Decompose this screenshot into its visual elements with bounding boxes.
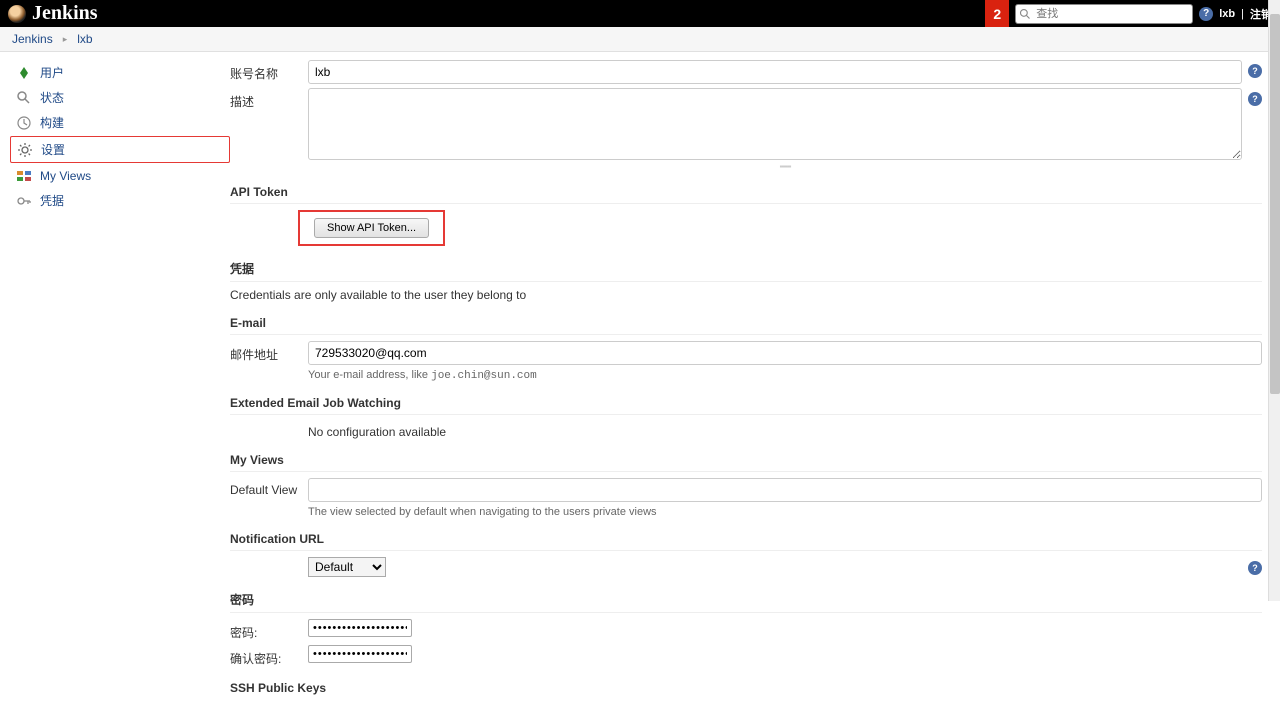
api-token-heading: API Token (230, 185, 1262, 204)
separator: | (1241, 8, 1244, 20)
search-box (1015, 4, 1193, 24)
sidebar-item-label: 状态 (40, 89, 64, 106)
scrollbar-thumb[interactable] (1270, 14, 1280, 394)
default-view-label: Default View (230, 478, 308, 497)
brand-title: Jenkins (32, 2, 98, 25)
ext-email-heading: Extended Email Job Watching (230, 396, 1262, 415)
user-link[interactable]: lxb (1219, 8, 1235, 20)
notification-badge[interactable]: 2 (985, 0, 1009, 27)
account-name-input[interactable] (308, 60, 1242, 84)
sidebar: 用户 状态 构建 设置 My Views 凭据 (0, 52, 230, 713)
sidebar-item-status[interactable]: 状态 (10, 85, 230, 110)
help-icon[interactable]: ? (1248, 92, 1262, 106)
main-content: 账号名称 ? 描述 ? ▪▪▪▪▪▪ API Token Show API To… (230, 52, 1280, 713)
gear-icon (17, 142, 33, 158)
help-icon[interactable]: ? (1248, 64, 1262, 78)
ext-email-text: No configuration available (308, 425, 1262, 439)
notification-url-heading: Notification URL (230, 532, 1262, 551)
sidebar-item-credentials[interactable]: 凭据 (10, 188, 230, 213)
sidebar-item-users[interactable]: 用户 (10, 60, 230, 85)
password-input[interactable] (308, 619, 412, 637)
resize-grip-icon[interactable]: ▪▪▪▪▪▪ (308, 162, 1262, 171)
empty-label (230, 557, 308, 562)
breadcrumb: Jenkins ▸ lxb (0, 27, 1280, 52)
description-textarea[interactable] (308, 88, 1242, 160)
chevron-right-icon: ▸ (63, 34, 68, 45)
email-heading: E-mail (230, 316, 1262, 335)
password-confirm-label: 确认密码: (230, 645, 308, 667)
credentials-heading: 凭据 (230, 260, 1262, 282)
scrollbar[interactable] (1268, 0, 1280, 601)
help-icon[interactable]: ? (1199, 7, 1213, 21)
description-label: 描述 (230, 88, 308, 110)
views-icon (16, 168, 32, 184)
highlight-box: Show API Token... (298, 210, 445, 246)
email-label: 邮件地址 (230, 341, 308, 363)
clock-icon (16, 115, 32, 131)
jenkins-icon (8, 5, 26, 23)
user-icon (16, 65, 32, 81)
sidebar-item-configure[interactable]: 设置 (10, 136, 230, 163)
sidebar-item-label: 设置 (41, 141, 65, 158)
search-icon (16, 90, 32, 106)
password-heading: 密码 (230, 591, 1262, 613)
credentials-text: Credentials are only available to the us… (230, 288, 1262, 302)
account-name-label: 账号名称 (230, 60, 308, 82)
breadcrumb-item[interactable]: lxb (77, 32, 92, 46)
email-input[interactable] (308, 341, 1262, 365)
password-confirm-input[interactable] (308, 645, 412, 663)
sidebar-item-label: 用户 (40, 64, 64, 81)
show-api-token-button[interactable]: Show API Token... (314, 218, 429, 238)
email-hint: Your e-mail address, like joe.chin@sun.c… (308, 369, 1262, 382)
default-view-input[interactable] (308, 478, 1262, 502)
sidebar-item-label: 构建 (40, 114, 64, 131)
default-view-hint: The view selected by default when naviga… (308, 506, 1262, 518)
search-input[interactable] (1015, 4, 1193, 24)
notification-url-select[interactable]: Default (308, 557, 386, 577)
top-header: Jenkins 2 ? lxb | 注销 (0, 0, 1280, 27)
sidebar-item-myviews[interactable]: My Views (10, 164, 230, 188)
myviews-heading: My Views (230, 453, 1262, 472)
ssh-keys-heading: SSH Public Keys (230, 681, 1262, 699)
breadcrumb-item[interactable]: Jenkins (12, 32, 53, 46)
brand-logo[interactable]: Jenkins (8, 2, 98, 25)
key-icon (16, 193, 32, 209)
help-icon[interactable]: ? (1248, 561, 1262, 575)
sidebar-item-build[interactable]: 构建 (10, 110, 230, 135)
password-label: 密码: (230, 619, 308, 641)
sidebar-item-label: 凭据 (40, 192, 64, 209)
search-icon (1019, 8, 1031, 20)
sidebar-item-label: My Views (40, 169, 91, 183)
